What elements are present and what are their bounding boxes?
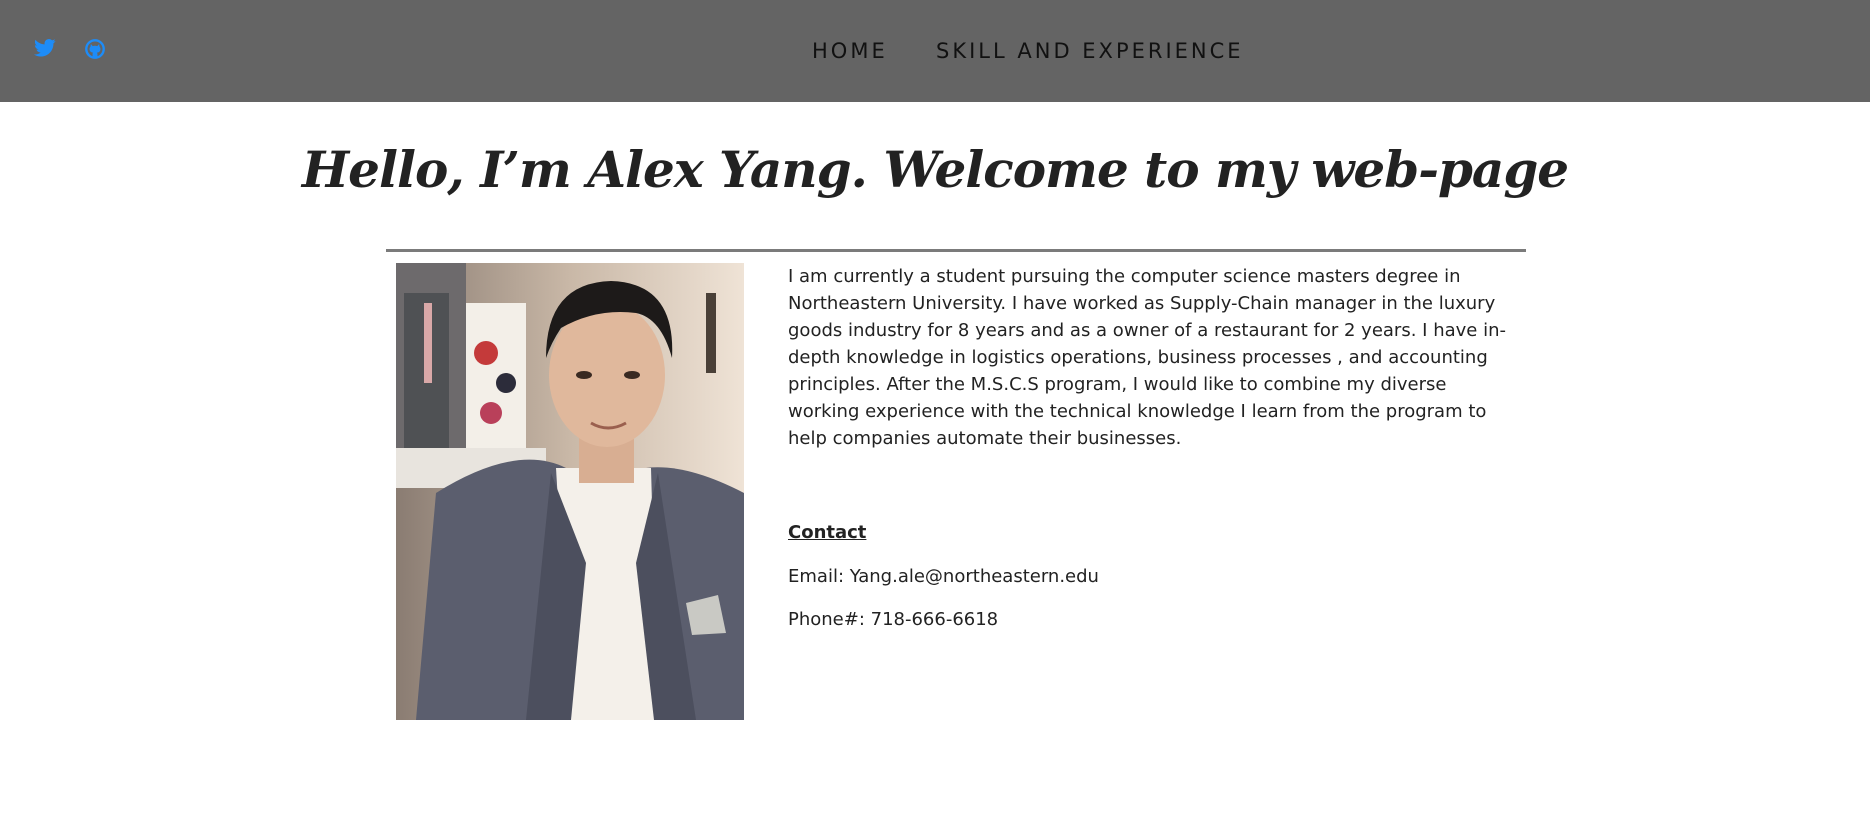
contact-phone: Phone#: 718-666-6618 <box>788 609 999 630</box>
top-navigation-bar: HOME SKILL AND EXPERIENCE <box>0 0 1870 102</box>
contact-heading: Contact <box>788 522 867 543</box>
profile-photo <box>396 263 744 720</box>
contact-email: Email: Yang.ale@northeastern.edu <box>788 566 1099 587</box>
github-glyph <box>85 39 105 59</box>
nav-home[interactable]: HOME <box>812 0 888 102</box>
github-icon[interactable] <box>84 38 106 64</box>
profile-photo-illustration <box>396 263 744 720</box>
section-divider <box>386 249 1526 252</box>
nav-home-link[interactable]: HOME <box>812 39 888 63</box>
page-headline: Hello, I’m Alex Yang. Welcome to my web-… <box>301 140 1569 199</box>
bio-paragraph: I am currently a student pursuing the co… <box>788 266 1506 449</box>
twitter-glyph <box>34 39 56 57</box>
nav-skill-and-experience[interactable]: SKILL AND EXPERIENCE <box>936 0 1244 102</box>
nav-skill-link[interactable]: SKILL AND EXPERIENCE <box>936 39 1244 63</box>
twitter-icon[interactable] <box>34 38 56 62</box>
